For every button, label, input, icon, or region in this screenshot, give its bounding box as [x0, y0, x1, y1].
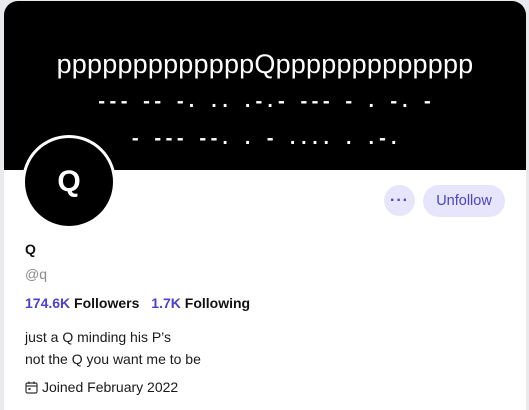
- avatar-letter: Q: [57, 165, 81, 198]
- followers-link[interactable]: 174.6K Followers: [25, 295, 143, 311]
- following-link[interactable]: 1.7K Following: [151, 295, 250, 311]
- followers-label: Followers: [74, 295, 140, 311]
- joined-label: Joined February 2022: [42, 379, 179, 395]
- profile-bio: just a Q minding his P’s not the Q you w…: [25, 326, 201, 370]
- bio-line-2: not the Q you want me to be: [25, 351, 201, 367]
- bio-line-1: just a Q minding his P’s: [25, 329, 172, 345]
- more-dots-icon: ···: [390, 191, 409, 209]
- unfollow-button[interactable]: Unfollow: [423, 185, 505, 217]
- avatar[interactable]: Q: [22, 135, 116, 229]
- more-options-button[interactable]: ···: [384, 185, 415, 216]
- following-label: Following: [184, 295, 251, 311]
- profile-handle: @q: [25, 266, 47, 282]
- banner-title: pppppppppppppQppppppppppppp: [56, 49, 474, 79]
- following-count: 1.7K: [151, 295, 181, 311]
- profile-stats: 174.6K Followers 1.7K Following: [25, 295, 250, 311]
- joined-date: Joined February 2022: [25, 379, 178, 395]
- calendar-icon: [25, 381, 38, 394]
- profile-card: pppppppppppppQppppppppppppp --- -- -. ..…: [4, 1, 526, 410]
- followers-count: 174.6K: [25, 295, 71, 311]
- profile-name: Q: [25, 241, 36, 257]
- banner-morse-line-1: --- -- -. .. .-.- --- - . -. -: [96, 92, 434, 112]
